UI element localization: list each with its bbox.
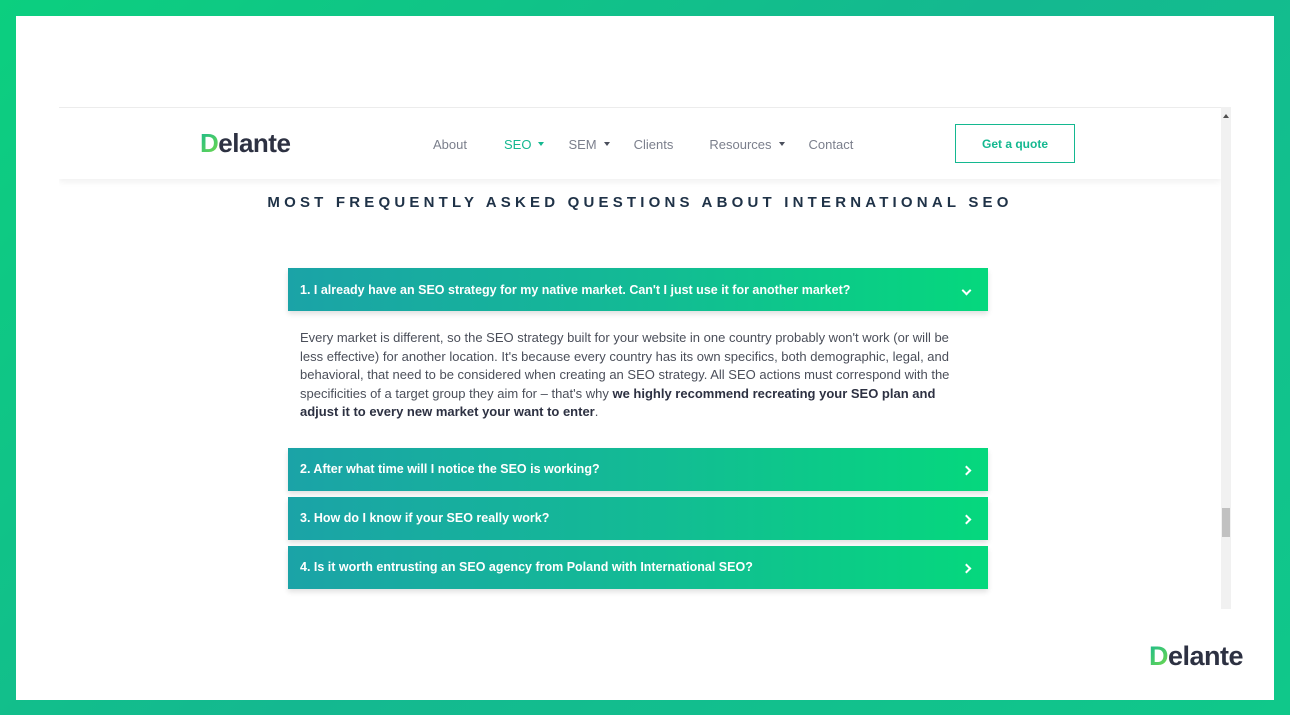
faq-answer: Every market is different, so the SEO st… <box>288 311 988 448</box>
nav-item-label: Contact <box>808 136 854 152</box>
faq-accordion: 1. I already have an SEO strategy for my… <box>288 268 988 595</box>
nav-item-contact[interactable]: Contact <box>809 137 854 152</box>
nav-item-label: Resources <box>709 136 772 152</box>
logo-initial: D <box>200 128 219 158</box>
scroll-thumb[interactable] <box>1222 508 1230 537</box>
nav-item-about[interactable]: About <box>433 137 467 152</box>
chevron-right-icon <box>960 462 972 477</box>
faq-section-title: MOST FREQUENTLY ASKED QUESTIONS ABOUT IN… <box>267 194 1013 211</box>
faq-question-header[interactable]: 3. How do I know if your SEO really work… <box>288 496 988 540</box>
nav-item-label: About <box>433 136 467 152</box>
faq-question-header[interactable]: 1. I already have an SEO strategy for my… <box>288 268 988 311</box>
faq-item: 2. After what time will I notice the SEO… <box>288 447 988 491</box>
scroll-up-arrow-icon[interactable] <box>1223 114 1229 118</box>
nav-item-resources[interactable]: Resources <box>709 136 785 152</box>
logo-text: elante <box>218 128 291 158</box>
faq-question-header[interactable]: 4. Is it worth entrusting an SEO agency … <box>288 545 988 589</box>
faq-item: 1. I already have an SEO strategy for my… <box>288 268 988 448</box>
website-viewport: Delante About SEO SEM Clients Resources <box>59 107 1231 609</box>
site-logo[interactable]: Delante <box>200 128 291 159</box>
logo-text: elante <box>1168 641 1244 671</box>
logo-initial: D <box>1149 641 1169 671</box>
faq-item: 4. Is it worth entrusting an SEO agency … <box>288 545 988 589</box>
caret-down-icon <box>603 142 610 146</box>
chevron-right-icon <box>960 560 972 575</box>
nav-item-label: SEO <box>503 136 532 152</box>
nav-item-sem[interactable]: SEM <box>568 136 610 152</box>
nav-item-clients[interactable]: Clients <box>634 137 674 152</box>
nav-item-label: SEM <box>568 136 597 152</box>
corner-watermark-logo: Delante <box>1149 641 1244 672</box>
nav-item-label: Clients <box>633 136 674 152</box>
nav-item-seo[interactable]: SEO <box>503 136 545 152</box>
navbar: Delante About SEO SEM Clients Resources <box>59 107 1221 179</box>
chevron-right-icon <box>960 511 972 526</box>
nav-menu: About SEO SEM Clients Resources Contact <box>433 108 853 180</box>
vertical-scrollbar[interactable] <box>1221 107 1231 609</box>
faq-question-text: 2. After what time will I notice the SEO… <box>300 462 600 477</box>
faq-question-text: 3. How do I know if your SEO really work… <box>300 511 550 526</box>
get-a-quote-button[interactable]: Get a quote <box>955 124 1075 163</box>
caret-down-icon <box>538 142 545 146</box>
faq-question-text: 1. I already have an SEO strategy for my… <box>300 282 851 297</box>
faq-answer-end: . <box>594 404 599 420</box>
faq-question-header[interactable]: 2. After what time will I notice the SEO… <box>288 447 988 491</box>
faq-item: 3. How do I know if your SEO really work… <box>288 496 988 540</box>
faq-question-text: 4. Is it worth entrusting an SEO agency … <box>300 560 753 575</box>
chevron-down-icon <box>960 282 972 297</box>
caret-down-icon <box>778 142 785 146</box>
